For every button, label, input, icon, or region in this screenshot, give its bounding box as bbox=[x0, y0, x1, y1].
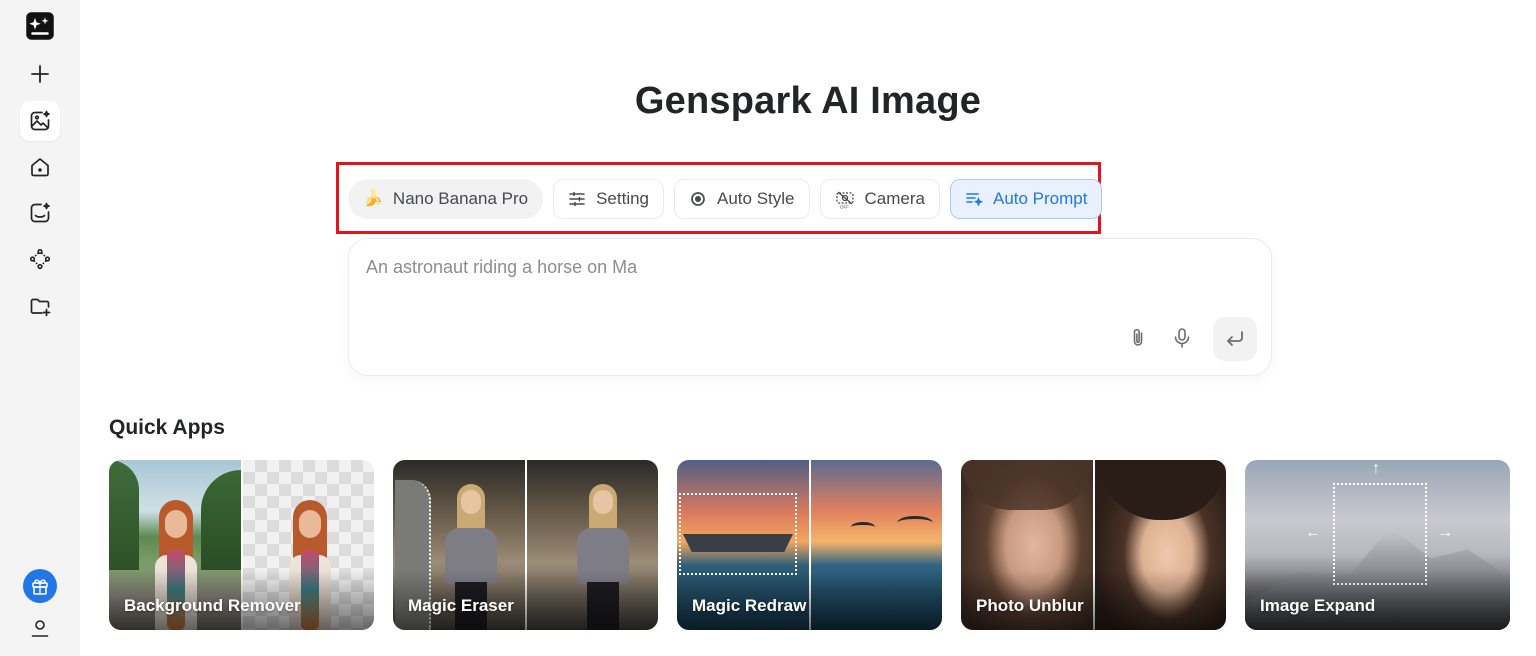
sidebar-item-workflows[interactable] bbox=[20, 239, 60, 279]
quick-app-magic-eraser[interactable]: Magic Eraser bbox=[393, 460, 658, 630]
auto-prompt-icon bbox=[966, 193, 983, 207]
auto-style-button[interactable]: Auto Style bbox=[674, 179, 810, 219]
nodes-icon bbox=[29, 248, 51, 270]
svg-text:OFF: OFF bbox=[840, 205, 849, 210]
gift-button[interactable] bbox=[20, 566, 60, 606]
prompt-box bbox=[348, 238, 1272, 376]
attach-button[interactable] bbox=[1125, 325, 1151, 351]
setting-label: Setting bbox=[596, 189, 650, 208]
voice-input-button[interactable] bbox=[1169, 325, 1195, 351]
generation-toolbar: 🍌 Nano Banana Pro Setting Auto Style OFF… bbox=[348, 178, 1103, 220]
submit-button[interactable] bbox=[1213, 317, 1257, 361]
selection-box bbox=[679, 493, 797, 575]
arrow-up-icon: ↑ bbox=[1372, 460, 1380, 477]
quick-apps-title: Quick Apps bbox=[109, 416, 225, 439]
quick-app-label: Magic Eraser bbox=[408, 596, 514, 615]
folder-add-icon bbox=[30, 298, 51, 317]
sidebar-item-image-studio[interactable] bbox=[20, 193, 60, 233]
quick-app-label: Image Expand bbox=[1260, 596, 1376, 615]
genspark-logo-button[interactable] bbox=[20, 6, 60, 46]
account-button[interactable] bbox=[20, 608, 60, 648]
setting-button[interactable]: Setting bbox=[553, 179, 665, 219]
quick-apps-list: Background Remover Magic Eraser Magic Re… bbox=[109, 460, 1510, 630]
gift-icon bbox=[23, 569, 57, 603]
microphone-icon bbox=[1174, 328, 1190, 348]
quick-app-image-expand[interactable]: ↑ ← → Image Expand bbox=[1245, 460, 1510, 630]
home-icon bbox=[31, 158, 49, 177]
prompt-input[interactable] bbox=[366, 257, 1226, 278]
model-selector-button[interactable]: 🍌 Nano Banana Pro bbox=[348, 179, 544, 219]
quick-app-label: Magic Redraw bbox=[692, 596, 807, 615]
page-title: Genspark AI Image bbox=[634, 80, 982, 122]
arrow-right-icon: → bbox=[1437, 524, 1453, 541]
sliders-icon bbox=[569, 191, 585, 207]
genspark-logo-icon bbox=[26, 12, 54, 40]
style-icon bbox=[691, 192, 705, 206]
quick-app-background-remover[interactable]: Background Remover bbox=[109, 460, 374, 630]
auto-prompt-label: Auto Prompt bbox=[992, 189, 1088, 208]
sidebar-item-home[interactable] bbox=[20, 147, 60, 187]
quick-app-magic-redraw[interactable]: Magic Redraw bbox=[677, 460, 942, 630]
user-icon bbox=[31, 620, 49, 637]
camera-button[interactable]: OFF Camera bbox=[819, 179, 940, 219]
camera-off-icon: OFF bbox=[835, 191, 854, 210]
paperclip-icon bbox=[1133, 328, 1143, 346]
model-label: Nano Banana Pro bbox=[392, 189, 529, 208]
enter-icon bbox=[1227, 331, 1243, 346]
auto-prompt-button[interactable]: Auto Prompt bbox=[949, 179, 1103, 219]
bird-shape bbox=[897, 516, 933, 530]
banana-icon: 🍌 bbox=[363, 190, 383, 207]
quick-app-label: Photo Unblur bbox=[976, 596, 1084, 615]
bird-shape bbox=[851, 522, 875, 532]
quick-app-label: Background Remover bbox=[124, 596, 301, 615]
arrow-left-icon: ← bbox=[1305, 524, 1321, 541]
camera-label: Camera bbox=[864, 189, 925, 208]
image-sparkle-icon bbox=[30, 202, 50, 223]
auto-style-label: Auto Style bbox=[717, 189, 795, 208]
quick-app-photo-unblur[interactable]: Photo Unblur bbox=[961, 460, 1226, 630]
sidebar-item-files[interactable] bbox=[20, 286, 60, 326]
